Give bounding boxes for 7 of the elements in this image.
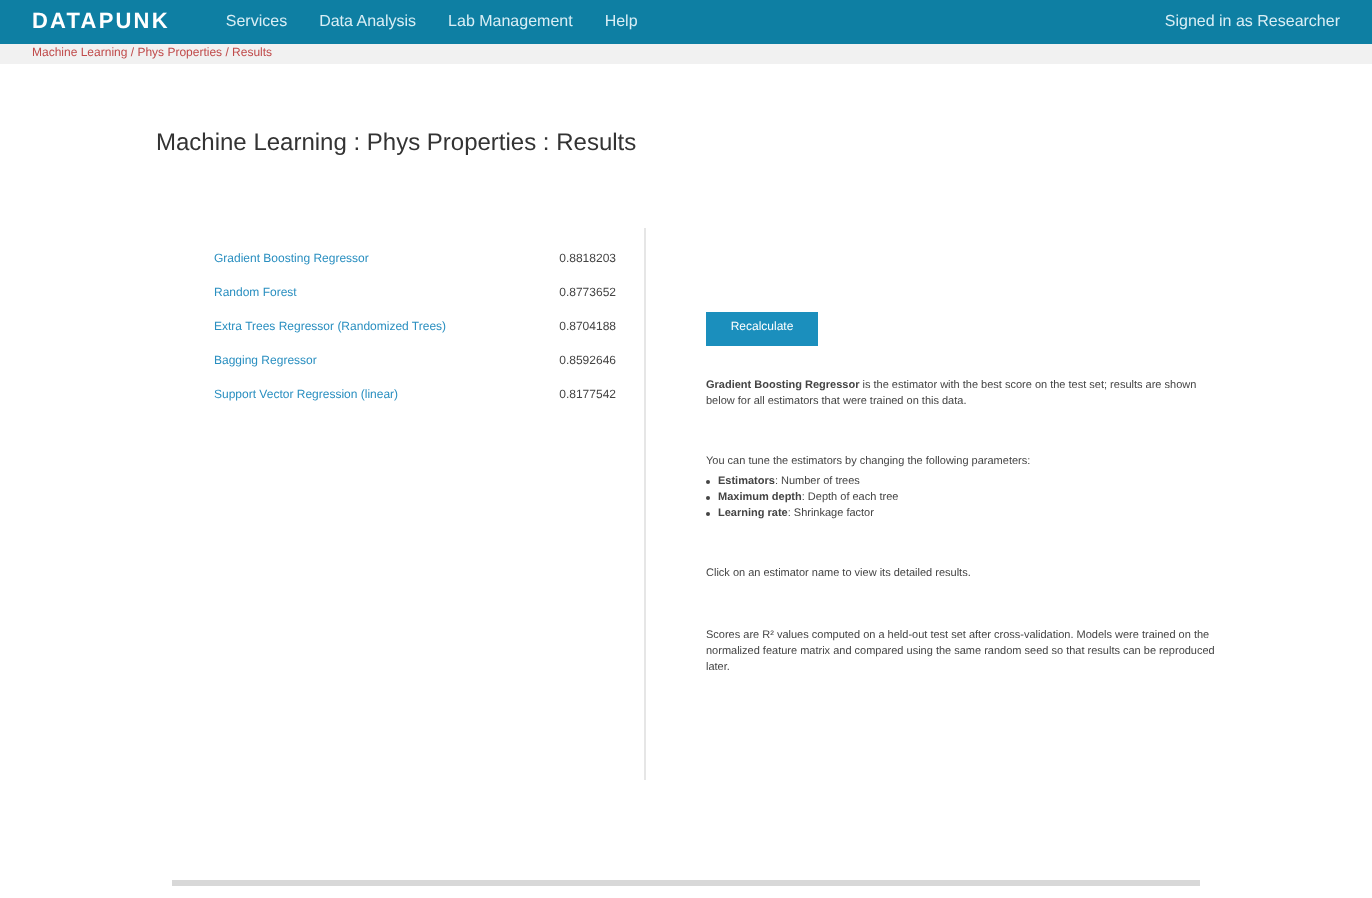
page-title: Machine Learning : Phys Properties : Results — [156, 126, 639, 160]
nav-link[interactable]: Lab Management — [448, 10, 573, 34]
nav-link[interactable]: Help — [604, 10, 638, 34]
nav-link[interactable]: Data Analysis — [319, 10, 417, 34]
user-link[interactable]: Signed in as Researcher — [1164, 10, 1340, 34]
nav-link[interactable]: Services — [225, 10, 288, 34]
logo: DATAPUNK — [32, 7, 170, 38]
